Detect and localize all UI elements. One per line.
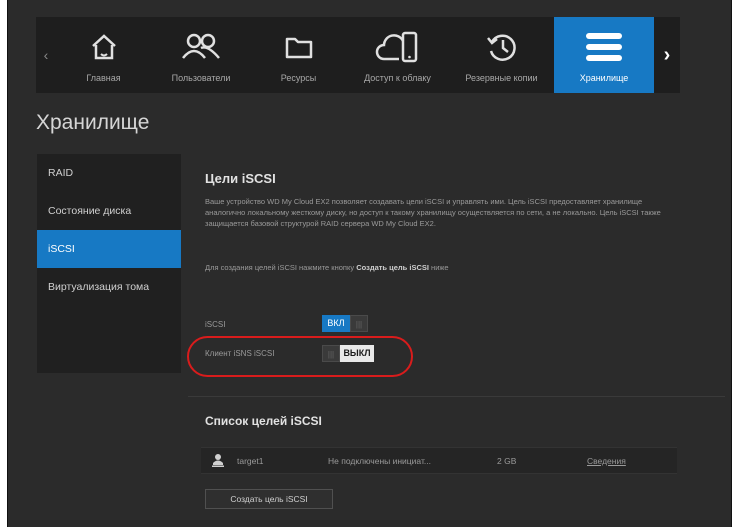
- nav-item-shares[interactable]: Ресурсы: [251, 17, 346, 93]
- nav-item-label: Ресурсы: [280, 73, 317, 83]
- target-size: 2 GB: [497, 456, 517, 466]
- nav-item-label: Хранилище: [579, 73, 629, 83]
- home-icon: [56, 27, 151, 67]
- nav-item-cloud-access[interactable]: Доступ к облаку: [346, 17, 449, 93]
- page-title: Хранилище: [36, 111, 150, 134]
- toggle-grip-icon: |||: [350, 315, 368, 332]
- sidebar-item-volume-virtualization[interactable]: Виртуализация тома: [37, 268, 181, 306]
- section-description: Ваше устройство WD My Cloud EX2 позволяе…: [205, 197, 661, 228]
- folder-icon: [251, 27, 346, 67]
- nav-item-users[interactable]: Пользователи: [151, 17, 251, 93]
- cloud-device-icon: [346, 27, 449, 67]
- nav-item-label: Пользователи: [171, 73, 231, 83]
- backup-clock-icon: [449, 27, 554, 67]
- iscsi-label: iSCSI: [205, 320, 226, 329]
- create-hint-button-name: Создать цель iSCSI: [356, 263, 429, 272]
- target-name: target1: [237, 456, 264, 466]
- storage-sidebar: RAID Состояние диска iSCSI Виртуализация…: [37, 154, 181, 373]
- create-iscsi-target-button[interactable]: Создать цель iSCSI: [205, 489, 333, 509]
- top-nav: ‹ Главная Пользователи Ресурсы Доступ к …: [36, 17, 680, 93]
- target-icon: [212, 453, 224, 469]
- nav-item-storage[interactable]: Хранилище: [554, 17, 654, 93]
- iscsi-toggle-on: ВКЛ: [322, 315, 350, 332]
- section-title: Цели iSCSI: [205, 171, 276, 186]
- highlight-ellipse: [187, 336, 413, 377]
- nav-next-arrow-icon[interactable]: ›: [654, 17, 680, 93]
- nav-prev-arrow-icon[interactable]: ‹: [36, 17, 56, 93]
- nav-item-label: Доступ к облаку: [364, 73, 431, 83]
- users-icon: [151, 27, 251, 67]
- target-status: Не подключены инициат...: [328, 456, 431, 466]
- sidebar-item-raid[interactable]: RAID: [37, 154, 181, 192]
- create-hint-prefix: Для создания целей iSCSI нажмите кнопку: [205, 263, 355, 272]
- target-details-link[interactable]: Сведения: [587, 456, 626, 466]
- nav-item-label: Главная: [86, 73, 121, 83]
- iscsi-toggle[interactable]: ВКЛ |||: [322, 315, 368, 332]
- storage-icon: [554, 27, 654, 67]
- sidebar-item-disk-status[interactable]: Состояние диска: [37, 192, 181, 230]
- nav-item-home[interactable]: Главная: [56, 17, 151, 93]
- sidebar-item-iscsi[interactable]: iSCSI: [37, 230, 181, 268]
- target-list-title: Список целей iSCSI: [205, 414, 322, 428]
- create-hint: Для создания целей iSCSI нажмите кнопку …: [205, 263, 449, 272]
- nav-item-backups[interactable]: Резервные копии: [449, 17, 554, 93]
- create-hint-suffix: ниже: [431, 263, 449, 272]
- nav-item-label: Резервные копии: [465, 73, 538, 83]
- divider: [188, 396, 725, 397]
- table-row: target1 Не подключены инициат... 2 GB Св…: [201, 447, 677, 474]
